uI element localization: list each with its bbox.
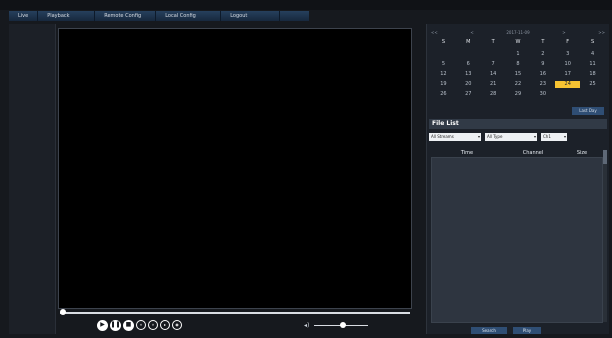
- volume-handle[interactable]: [340, 322, 346, 328]
- pause-icon[interactable]: ❚❚: [110, 319, 121, 331]
- calendar-day[interactable]: 18: [580, 71, 605, 78]
- calendar-day[interactable]: 29: [506, 91, 531, 98]
- slow-icon[interactable]: «: [136, 320, 146, 330]
- search-button[interactable]: Search: [471, 327, 507, 334]
- file-list-table[interactable]: [431, 157, 603, 323]
- calendar-day[interactable]: 23: [530, 81, 555, 88]
- calendar-day[interactable]: 26: [431, 91, 456, 98]
- calendar-day[interactable]: 25: [580, 81, 605, 88]
- calendar-day[interactable]: 3: [555, 51, 580, 58]
- column-size: Size: [576, 150, 588, 156]
- chevron-down-icon: ▾: [477, 134, 480, 139]
- capture-icon[interactable]: ◉: [172, 320, 182, 330]
- calendar-grid: 1 2 3 4 5 6 7 8 9 10 11 12 13 14 15 16 17 18 19 20 21 22 23 24 2…: [431, 51, 605, 98]
- chevron-down-icon: ▾: [533, 134, 536, 139]
- menu-bar: Live Playback Remote Config Local Config…: [9, 11, 309, 21]
- calendar-day[interactable]: 16: [530, 71, 555, 78]
- right-panel: << < 2017-11-09 > >> S M T W T F S 12345…: [426, 24, 609, 334]
- file-list-actions: Search Play: [471, 327, 541, 334]
- calendar-day[interactable]: 15: [506, 71, 531, 78]
- calendar-next-month[interactable]: >: [562, 30, 565, 35]
- weekday-tue: T: [491, 39, 495, 45]
- playback-controls: ▶ ❚❚ ■ « » ▸ ◉: [97, 318, 182, 332]
- column-channel: Channel: [522, 150, 544, 156]
- calendar-weekdays: S M T W T F S: [431, 39, 605, 45]
- calendar-day[interactable]: 28: [481, 91, 506, 98]
- calendar-day[interactable]: 9: [530, 61, 555, 68]
- weekday-wed: W: [515, 39, 521, 45]
- menu-playback[interactable]: Playback: [38, 11, 96, 21]
- chevron-down-icon: ▾: [563, 134, 566, 139]
- calendar-prev-month[interactable]: <: [470, 30, 473, 35]
- calendar-day[interactable]: 5: [431, 61, 456, 68]
- calendar-day[interactable]: 21: [481, 81, 506, 88]
- top-bar: [0, 0, 612, 10]
- menu-local-config[interactable]: Local Config: [156, 11, 222, 21]
- menu-live[interactable]: Live: [9, 11, 39, 21]
- file-list-filters: All Streams ▾ All Type ▾ Ch1 ▾: [429, 132, 607, 142]
- file-list-header: Time Channel Size: [431, 150, 601, 156]
- calendar-last-day-button[interactable]: Last Day: [572, 107, 604, 115]
- weekday-thu: T: [541, 39, 545, 45]
- calendar-next-year[interactable]: >>: [598, 30, 605, 35]
- calendar-day[interactable]: 19: [431, 81, 456, 88]
- fast-icon[interactable]: »: [148, 320, 158, 330]
- calendar-day[interactable]: 24: [555, 81, 581, 88]
- play-icon[interactable]: ▶: [97, 319, 108, 331]
- calendar-day[interactable]: 20: [456, 81, 481, 88]
- weekday-mon: M: [466, 39, 471, 45]
- calendar-day[interactable]: 2: [530, 51, 555, 58]
- channel-select-value: Ch1: [543, 134, 551, 139]
- stream-select[interactable]: All Streams ▾: [429, 133, 481, 141]
- calendar-day[interactable]: 8: [506, 61, 531, 68]
- calendar-day[interactable]: 6: [456, 61, 481, 68]
- calendar-day[interactable]: 13: [456, 71, 481, 78]
- calendar-day[interactable]: 30: [530, 91, 555, 98]
- calendar-day[interactable]: 7: [481, 61, 506, 68]
- channel-select[interactable]: Ch1 ▾: [541, 133, 567, 141]
- stream-select-value: All Streams: [431, 134, 454, 139]
- file-list-scrollbar[interactable]: [603, 150, 607, 322]
- menu-remote-config[interactable]: Remote Config: [95, 11, 157, 21]
- volume-icon[interactable]: ◂): [304, 322, 309, 329]
- calendar-day[interactable]: 12: [431, 71, 456, 78]
- calendar-day[interactable]: 27: [456, 91, 481, 98]
- stop-icon[interactable]: ■: [123, 319, 134, 331]
- menu-logout[interactable]: Logout: [221, 11, 281, 21]
- calendar-date: 2017-11-09: [506, 30, 530, 35]
- seek-bar[interactable]: [60, 312, 410, 314]
- calendar-prev-year[interactable]: <<: [431, 30, 438, 35]
- type-select-value: All Type: [487, 134, 503, 139]
- left-panel: [9, 24, 56, 334]
- scrollbar-thumb[interactable]: [603, 150, 607, 164]
- calendar-nav: << < 2017-11-09 > >>: [431, 30, 605, 35]
- weekday-sat: S: [590, 39, 595, 45]
- video-player[interactable]: [58, 28, 412, 309]
- calendar-day[interactable]: 4: [580, 51, 605, 58]
- calendar-day[interactable]: 22: [506, 81, 531, 88]
- frame-icon[interactable]: ▸: [160, 320, 170, 330]
- weekday-fri: F: [566, 39, 570, 45]
- type-select[interactable]: All Type ▾: [485, 133, 537, 141]
- calendar-day[interactable]: 10: [555, 61, 580, 68]
- file-list-title: File List: [429, 119, 607, 129]
- calendar-day[interactable]: 11: [580, 61, 605, 68]
- calendar-day[interactable]: 17: [555, 71, 580, 78]
- calendar-day[interactable]: 14: [481, 71, 506, 78]
- calendar-day[interactable]: 1: [506, 51, 531, 58]
- weekday-sun: S: [441, 39, 446, 45]
- play-button[interactable]: Play: [513, 327, 541, 334]
- column-time: Time: [460, 150, 474, 156]
- seek-handle[interactable]: [60, 309, 66, 315]
